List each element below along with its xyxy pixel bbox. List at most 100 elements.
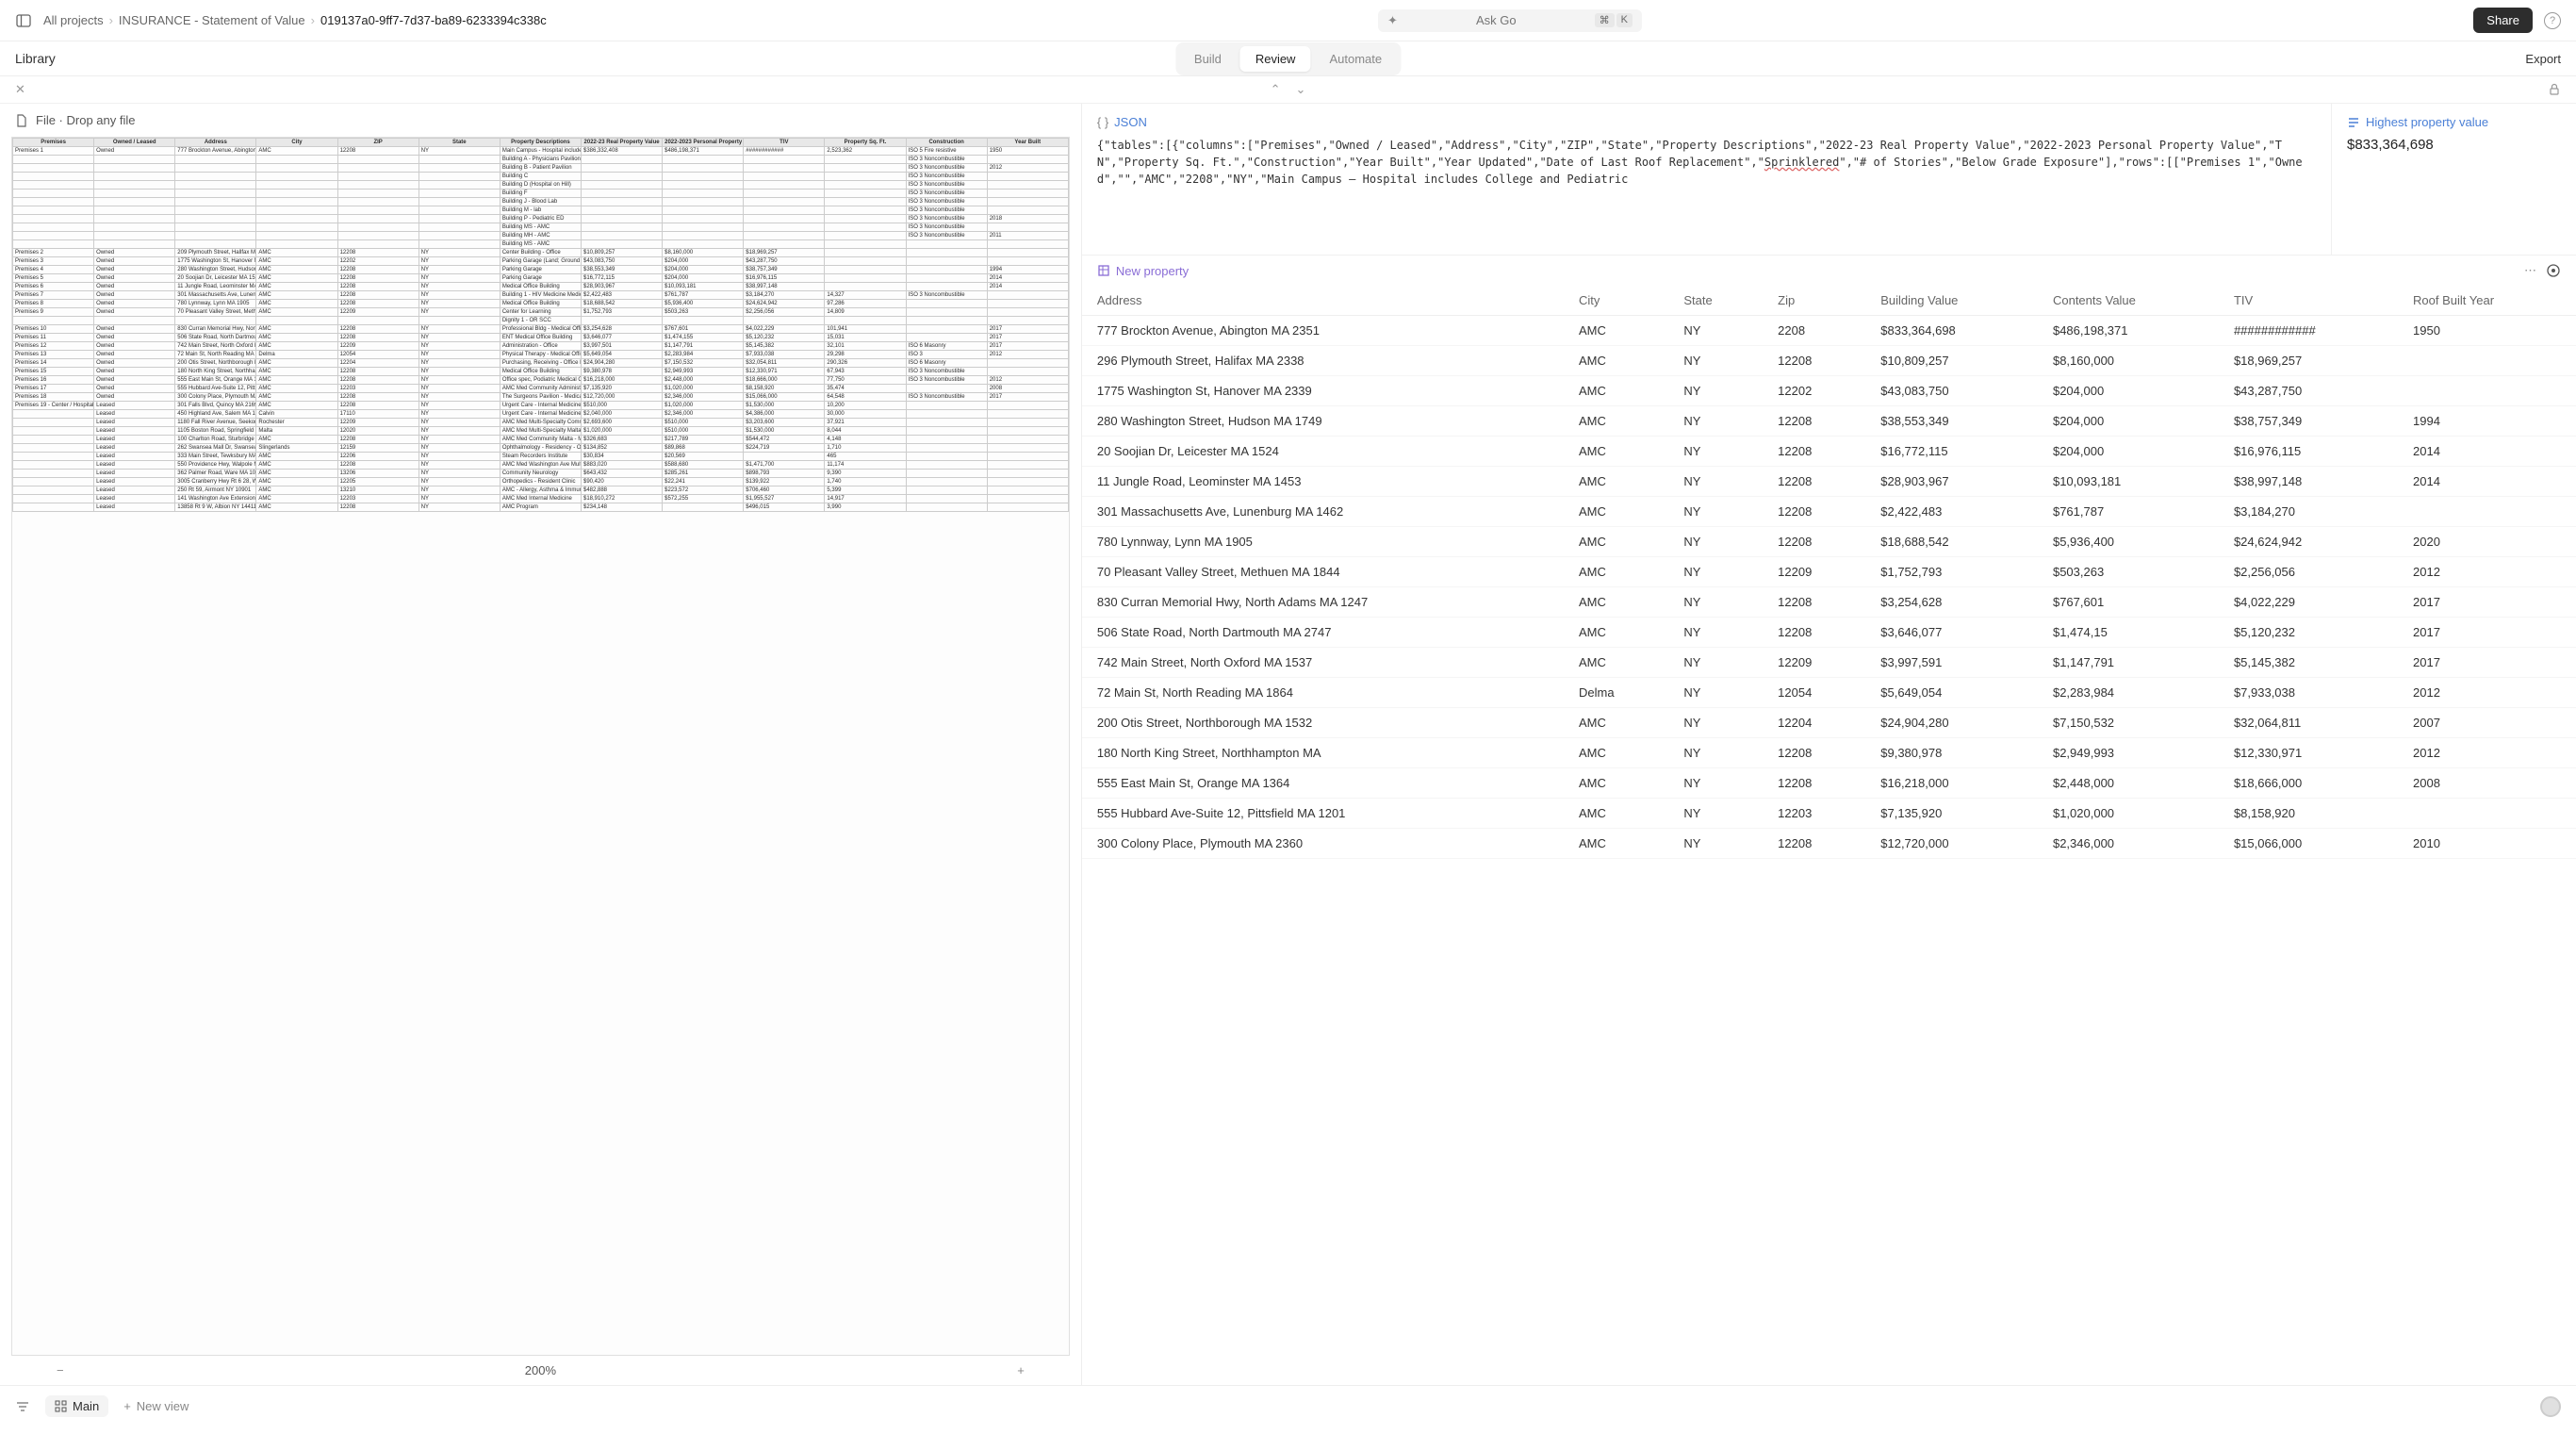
- cell: $18,969,257: [2219, 346, 2398, 376]
- new-view-button[interactable]: + New view: [123, 1399, 189, 1413]
- cell: $5,649,054: [1865, 678, 2038, 708]
- cell: 2017: [2398, 648, 2576, 678]
- cell: 180 North King Street, Northhampton MA: [1082, 738, 1564, 768]
- column-header[interactable]: State: [1668, 286, 1763, 316]
- help-icon[interactable]: ?: [2544, 12, 2561, 29]
- cell: 2008: [2398, 768, 2576, 799]
- column-header[interactable]: Contents Value: [2038, 286, 2219, 316]
- search-box[interactable]: ✦ ⌘K: [1378, 9, 1642, 32]
- cell: 777 Brockton Avenue, Abington MA 2351: [1082, 316, 1564, 346]
- table-row[interactable]: 830 Curran Memorial Hwy, North Adams MA …: [1082, 587, 2576, 618]
- cell: $43,083,750: [1865, 376, 2038, 406]
- lock-icon[interactable]: [2548, 83, 2561, 96]
- cell: $3,997,591: [1865, 648, 2038, 678]
- column-header[interactable]: TIV: [2219, 286, 2398, 316]
- cell: [2398, 497, 2576, 527]
- table-row[interactable]: 742 Main Street, North Oxford MA 1537AMC…: [1082, 648, 2576, 678]
- cell: $1,752,793: [1865, 557, 2038, 587]
- table-row[interactable]: 280 Washington Street, Hudson MA 1749AMC…: [1082, 406, 2576, 437]
- table-row[interactable]: 777 Brockton Avenue, Abington MA 2351AMC…: [1082, 316, 2576, 346]
- cell: NY: [1668, 346, 1763, 376]
- filter-icon[interactable]: [15, 1399, 30, 1414]
- cell: NY: [1668, 829, 1763, 859]
- cell: 12203: [1763, 799, 1865, 829]
- view-chip-main[interactable]: Main: [45, 1395, 108, 1417]
- table-row[interactable]: 555 East Main St, Orange MA 1364AMCNY122…: [1082, 768, 2576, 799]
- close-icon[interactable]: ✕: [15, 82, 25, 97]
- cell: 2014: [2398, 467, 2576, 497]
- table-row[interactable]: 11 Jungle Road, Leominster MA 1453AMCNY1…: [1082, 467, 2576, 497]
- cell: $38,757,349: [2219, 406, 2398, 437]
- more-icon[interactable]: ⋯: [2524, 263, 2536, 278]
- cell: NY: [1668, 437, 1763, 467]
- cell: NY: [1668, 557, 1763, 587]
- table-row[interactable]: 20 Soojian Dr, Leicester MA 1524AMCNY122…: [1082, 437, 2576, 467]
- cell: AMC: [1564, 799, 1668, 829]
- table-row[interactable]: 1775 Washington St, Hanover MA 2339AMCNY…: [1082, 376, 2576, 406]
- column-header[interactable]: Address: [1082, 286, 1564, 316]
- tab-automate[interactable]: Automate: [1314, 46, 1397, 72]
- chevron-right-icon: ›: [311, 13, 315, 27]
- column-header[interactable]: Zip: [1763, 286, 1865, 316]
- table-row[interactable]: 70 Pleasant Valley Street, Methuen MA 18…: [1082, 557, 2576, 587]
- cell: NY: [1668, 497, 1763, 527]
- cell: 2012: [2398, 557, 2576, 587]
- cell: $767,601: [2038, 587, 2219, 618]
- target-icon[interactable]: [2546, 263, 2561, 278]
- cell: 555 Hubbard Ave-Suite 12, Pittsfield MA …: [1082, 799, 1564, 829]
- cell: $32,064,811: [2219, 708, 2398, 738]
- share-button[interactable]: Share: [2473, 8, 2533, 33]
- chevron-up-icon[interactable]: ⌃: [1271, 82, 1281, 97]
- json-content[interactable]: {"tables":[{"columns":["Premises","Owned…: [1097, 137, 2316, 188]
- column-header[interactable]: City: [1564, 286, 1668, 316]
- breadcrumb-item[interactable]: All projects: [43, 13, 104, 27]
- export-link[interactable]: Export: [2525, 52, 2561, 66]
- table-row[interactable]: 180 North King Street, Northhampton MAAM…: [1082, 738, 2576, 768]
- library-link[interactable]: Library: [15, 51, 56, 66]
- cell: $10,809,257: [1865, 346, 2038, 376]
- cell: 200 Otis Street, Northborough MA 1532: [1082, 708, 1564, 738]
- sidebar-toggle-icon[interactable]: [15, 12, 32, 29]
- cell: 1994: [2398, 406, 2576, 437]
- cell: NY: [1668, 467, 1763, 497]
- search-input[interactable]: [1405, 13, 1587, 27]
- cell: $503,263: [2038, 557, 2219, 587]
- tab-review[interactable]: Review: [1240, 46, 1311, 72]
- column-header[interactable]: Roof Built Year: [2398, 286, 2576, 316]
- table-row[interactable]: 296 Plymouth Street, Halifax MA 2338AMCN…: [1082, 346, 2576, 376]
- file-preview[interactable]: PremisesOwned / LeasedAddressCityZIPStat…: [0, 137, 1081, 1356]
- table-row[interactable]: 300 Colony Place, Plymouth MA 2360AMCNY1…: [1082, 829, 2576, 859]
- cell: NY: [1668, 527, 1763, 557]
- cell: $15,066,000: [2219, 829, 2398, 859]
- breadcrumb-item[interactable]: INSURANCE - Statement of Value: [119, 13, 305, 27]
- avatar[interactable]: [2540, 1396, 2561, 1417]
- json-panel: { } JSON {"tables":[{"columns":["Premise…: [1082, 104, 2331, 255]
- table-row[interactable]: 200 Otis Street, Northborough MA 1532AMC…: [1082, 708, 2576, 738]
- breadcrumb: All projects › INSURANCE - Statement of …: [43, 13, 547, 27]
- property-table[interactable]: AddressCityStateZipBuilding ValueContent…: [1082, 286, 2576, 859]
- table-row[interactable]: 506 State Road, North Dartmouth MA 2747A…: [1082, 618, 2576, 648]
- tab-build[interactable]: Build: [1179, 46, 1237, 72]
- zoom-out-button[interactable]: −: [57, 1363, 64, 1377]
- cell: 296 Plymouth Street, Halifax MA 2338: [1082, 346, 1564, 376]
- cell: 12202: [1763, 376, 1865, 406]
- cell: 301 Massachusetts Ave, Lunenburg MA 1462: [1082, 497, 1564, 527]
- cell: $38,997,148: [2219, 467, 2398, 497]
- file-drop-header[interactable]: File · Drop any file: [0, 104, 1081, 137]
- cell: NY: [1668, 799, 1763, 829]
- cell: 12208: [1763, 527, 1865, 557]
- table-row[interactable]: 780 Lynnway, Lynn MA 1905AMCNY12208$18,6…: [1082, 527, 2576, 557]
- table-row[interactable]: 72 Main St, North Reading MA 1864DelmaNY…: [1082, 678, 2576, 708]
- cell: [2398, 346, 2576, 376]
- zoom-in-button[interactable]: +: [1017, 1363, 1025, 1377]
- column-header[interactable]: Building Value: [1865, 286, 2038, 316]
- cell: $18,666,000: [2219, 768, 2398, 799]
- table-row[interactable]: 301 Massachusetts Ave, Lunenburg MA 1462…: [1082, 497, 2576, 527]
- sparkle-icon: ✦: [1387, 13, 1398, 28]
- table-row[interactable]: 555 Hubbard Ave-Suite 12, Pittsfield MA …: [1082, 799, 2576, 829]
- chevron-down-icon[interactable]: ⌄: [1296, 82, 1306, 97]
- cell: $16,976,115: [2219, 437, 2398, 467]
- mode-tabs: Build Review Automate: [1175, 42, 1401, 75]
- cell: AMC: [1564, 437, 1668, 467]
- cell: $3,646,077: [1865, 618, 2038, 648]
